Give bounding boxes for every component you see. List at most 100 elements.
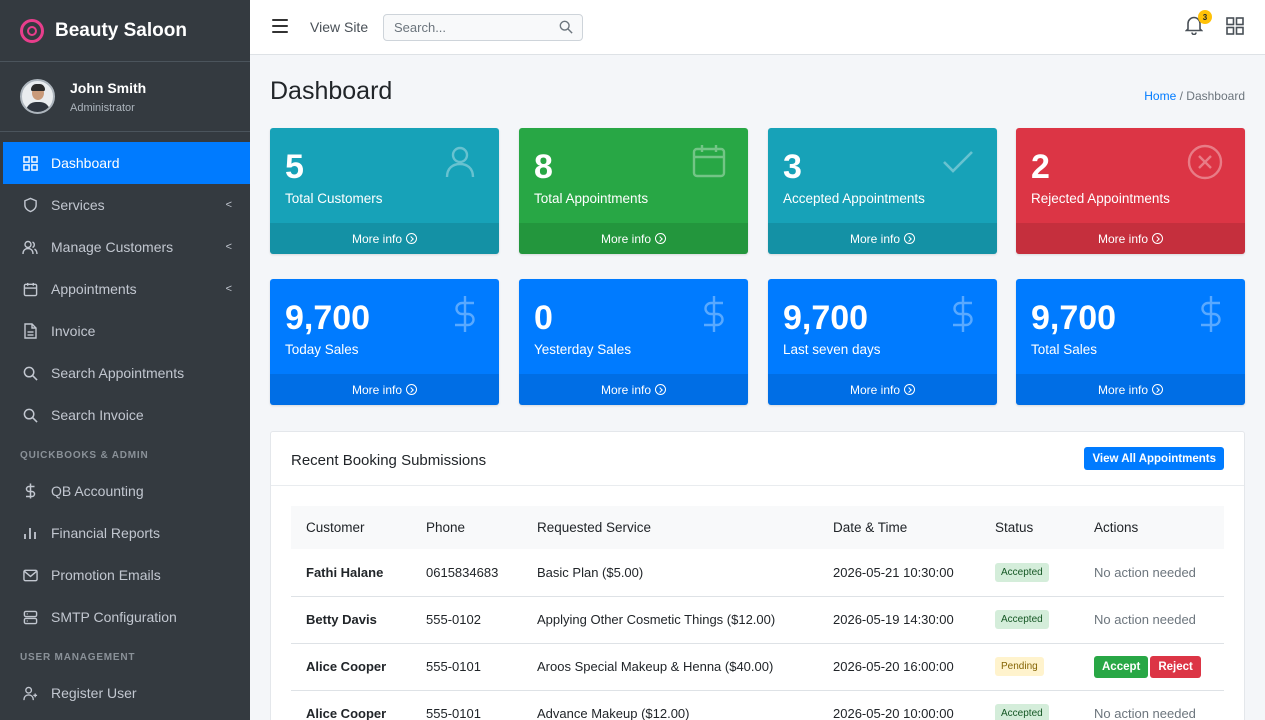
column-header: Phone [426, 520, 466, 535]
sidebar-nav: Dashboard Services < Manage Customers < … [0, 132, 250, 714]
more-info-label: More info [351, 231, 403, 246]
more-info-link[interactable]: More info [768, 374, 997, 405]
table-row: Alice Cooper 555-0101 Aroos Special Make… [291, 643, 1224, 690]
service-cell: Aroos Special Makeup & Henna ($40.00) [537, 659, 774, 674]
accept-button[interactable]: Accept [1094, 655, 1149, 678]
sidebar-item-qb-accounting[interactable]: QB Accounting [0, 470, 250, 512]
more-info-link[interactable]: More info [1016, 374, 1245, 405]
customer-cell: Betty Davis [306, 612, 377, 627]
more-info-link[interactable]: More info [1016, 223, 1245, 254]
sidebar-item-search-invoice[interactable]: Search Invoice [0, 394, 250, 436]
stat-value: 5 [285, 148, 304, 186]
user-panel[interactable]: John Smith Administrator [0, 62, 250, 132]
dollar-icon [1199, 295, 1223, 338]
more-info-link[interactable]: More info [519, 374, 748, 405]
datetime-cell: 2026-05-19 14:30:00 [833, 612, 954, 627]
sidebar-item-search-appointments[interactable]: Search Appointments [0, 352, 250, 394]
apps-grid-icon[interactable] [1226, 17, 1244, 40]
more-info-link[interactable]: More info [270, 223, 499, 254]
arrow-circle-right-icon [406, 384, 418, 395]
stat-box-total-customers: 5 Total Customers More info [270, 128, 499, 254]
no-action-text: No action needed [1094, 706, 1196, 720]
hamburger-menu-icon[interactable] [272, 19, 288, 33]
topbar: View Site 3 [250, 0, 1265, 55]
sidebar-item-financial-reports[interactable]: Financial Reports [0, 512, 250, 554]
table-row: Alice Cooper 555-0101 Advance Makeup ($1… [291, 690, 1224, 720]
stat-box-total-sales: 9,700 Total Sales More info [1016, 279, 1245, 405]
phone-cell: 555-0101 [426, 659, 481, 674]
notifications-button[interactable]: 3 [1184, 10, 1212, 37]
sidebar-item-label: QB Accounting [51, 483, 144, 499]
sidebar-item-appointments[interactable]: Appointments < [0, 268, 250, 310]
search-icon[interactable] [559, 20, 573, 39]
stat-value: 8 [534, 148, 553, 186]
sidebar-item-label: SMTP Configuration [51, 609, 177, 625]
stat-label: Total Appointments [534, 191, 649, 206]
status-cell: Pending [980, 643, 1079, 690]
column-header: Customer [306, 520, 365, 535]
sidebar-item-label: Search Appointments [51, 365, 185, 381]
sidebar-item-services[interactable]: Services < [0, 184, 250, 226]
status-cell: Accepted [980, 690, 1079, 720]
breadcrumb-separator: / [1176, 89, 1187, 103]
status-cell: Accepted [980, 596, 1079, 643]
user-name: John Smith [70, 79, 147, 96]
datetime-cell: 2026-05-20 16:00:00 [833, 659, 954, 674]
stat-label: Total Sales [1031, 342, 1098, 357]
service-cell: Basic Plan ($5.00) [537, 564, 644, 580]
notification-count-badge: 3 [1198, 10, 1212, 24]
sidebar-item-label: Services [51, 197, 105, 213]
breadcrumb-current: Dashboard [1186, 89, 1245, 103]
stat-value: 0 [534, 299, 553, 337]
sidebar-item-manage-customers[interactable]: Manage Customers < [0, 226, 250, 268]
status-badge: Accepted [995, 704, 1049, 720]
search-input[interactable] [384, 15, 549, 40]
datetime-cell: 2026-05-20 10:00:00 [833, 706, 954, 720]
brand-logo-icon [20, 18, 44, 43]
stat-label: Today Sales [285, 342, 359, 357]
sidebar-item-promotion-emails[interactable]: Promotion Emails [0, 554, 250, 596]
view-site-link[interactable]: View Site [310, 19, 368, 35]
actions-cell: No action needed [1079, 596, 1224, 643]
more-info-link[interactable]: More info [270, 374, 499, 405]
sidebar-item-label: Financial Reports [51, 525, 160, 541]
stat-box-today-sales: 9,700 Today Sales More info [270, 279, 499, 405]
arrow-circle-right-icon [904, 233, 916, 244]
datetime-cell: 2026-05-21 10:30:00 [833, 564, 954, 580]
more-info-link[interactable]: More info [768, 223, 997, 254]
sidebar-item-label: Manage Customers [51, 239, 174, 255]
stat-box-rejected-appointments: 2 Rejected Appointments More info [1016, 128, 1245, 254]
breadcrumb-home-link[interactable]: Home [1144, 89, 1176, 103]
sidebar-item-label: Dashboard [51, 155, 120, 171]
user-role: Administrator [70, 101, 135, 114]
sidebar-item-dashboard[interactable]: Dashboard [3, 142, 250, 184]
shield-icon [22, 197, 38, 213]
brand[interactable]: Beauty Saloon [0, 0, 250, 62]
actions-cell: Accept Reject [1079, 643, 1224, 690]
no-action-text: No action needed [1094, 612, 1196, 627]
actions-cell: No action needed [1079, 690, 1224, 720]
stat-label: Last seven days [783, 342, 881, 357]
reject-button[interactable]: Reject [1150, 655, 1201, 678]
dashboard-icon [22, 155, 38, 171]
arrow-circle-right-icon [1152, 384, 1164, 395]
sidebar-item-smtp-configuration[interactable]: SMTP Configuration [0, 596, 250, 638]
status-cell: Accepted [980, 549, 1079, 596]
stat-label: Yesterday Sales [534, 342, 632, 357]
stat-box-yesterday-sales: 0 Yesterday Sales More info [519, 279, 748, 405]
more-info-link[interactable]: More info [519, 223, 748, 254]
main-content: Dashboard Home / Dashboard 5 Total Custo… [250, 55, 1265, 720]
stat-label: Rejected Appointments [1031, 191, 1170, 206]
customer-cell: Fathi Halane [306, 564, 384, 580]
more-info-label: More info [1097, 382, 1149, 397]
chevron-left-icon: < [225, 241, 232, 253]
brand-name: Beauty Saloon [55, 19, 187, 41]
arrow-circle-right-icon [904, 384, 916, 395]
stat-value: 9,700 [285, 299, 371, 337]
view-all-appointments-button[interactable]: View All Appointments [1084, 447, 1224, 470]
sidebar-item-invoice[interactable]: Invoice [0, 310, 250, 352]
sidebar-item-register-user[interactable]: Register User [0, 672, 250, 714]
arrow-circle-right-icon [1152, 233, 1164, 244]
customer-cell: Alice Cooper [306, 659, 387, 674]
check-icon [941, 144, 975, 183]
